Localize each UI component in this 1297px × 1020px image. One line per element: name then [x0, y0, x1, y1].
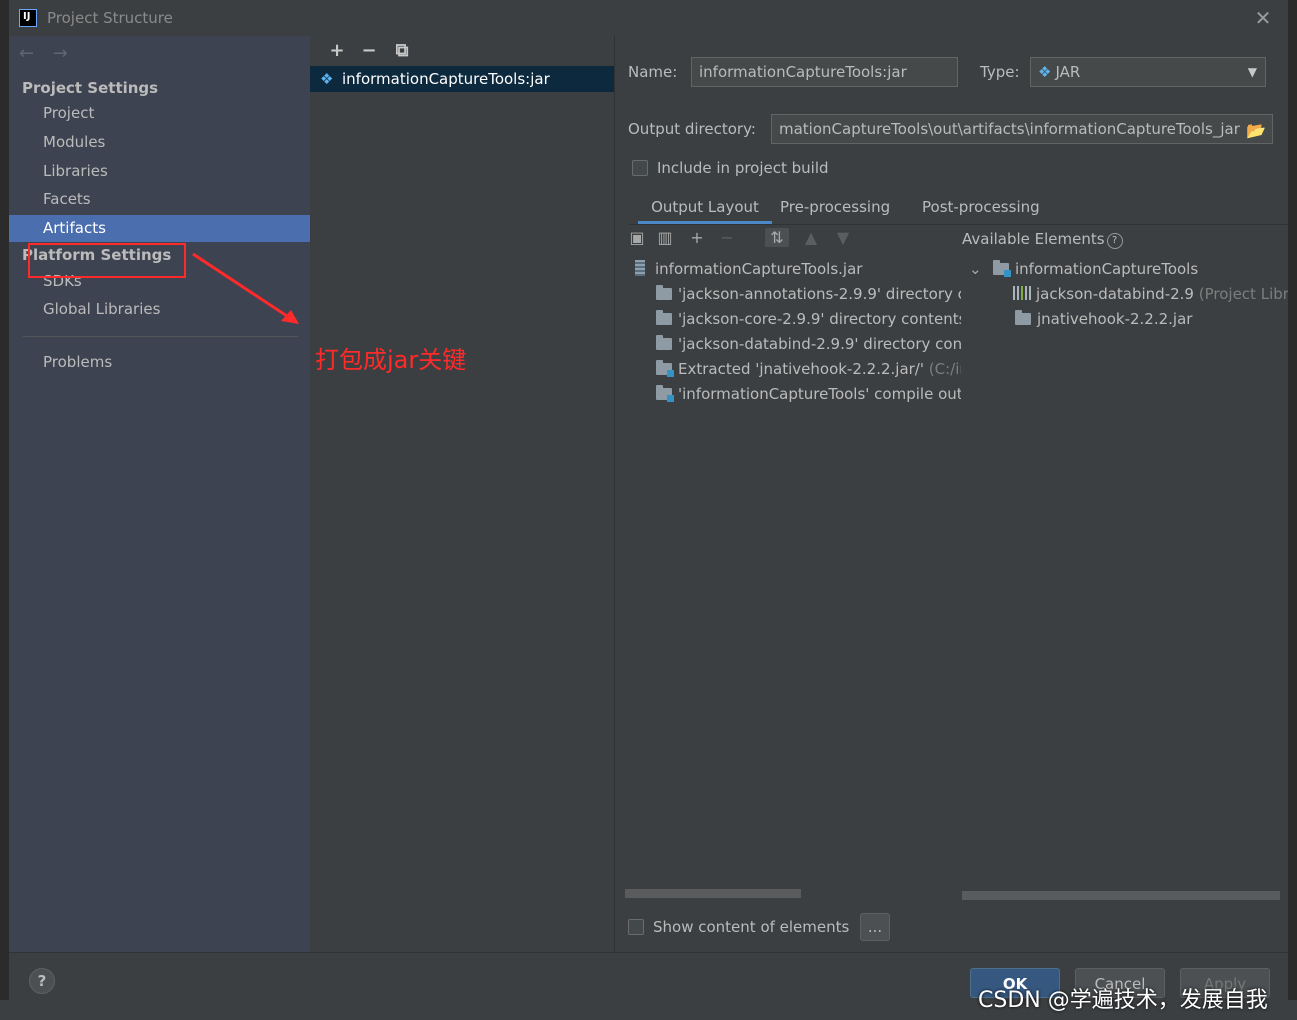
- title-bar: IJ Project Structure ✕: [9, 0, 1288, 36]
- sort-icon[interactable]: ⇅: [765, 228, 789, 247]
- layout-tree-item[interactable]: Extracted 'jnativehook-2.2.2.jar/' (C:/i…: [656, 357, 961, 382]
- ide-background-left: [0, 0, 9, 1020]
- output-directory-value: mationCaptureTools\out\artifacts\informa…: [779, 120, 1240, 138]
- library-icon: [1013, 286, 1031, 300]
- csdn-watermark: CSDN @学遍技术，发展自我: [978, 988, 1268, 1013]
- sidebar-item-modules[interactable]: Modules: [9, 129, 310, 156]
- layout-tree-item[interactable]: 'jackson-annotations-2.9.9' directory cc: [656, 282, 961, 307]
- artifact-list-item[interactable]: ❖ informationCaptureTools:jar: [310, 66, 614, 92]
- module-output-icon: [656, 385, 674, 402]
- remove-element-icon[interactable]: −: [715, 228, 739, 247]
- show-content-checkbox[interactable]: [628, 919, 644, 935]
- module-folder-icon: [993, 260, 1011, 277]
- extracted-icon: [656, 360, 674, 377]
- sidebar-item-problems[interactable]: Problems: [9, 349, 310, 376]
- available-horizontal-scrollbar[interactable]: [962, 891, 1280, 900]
- layout-tree-root[interactable]: informationCaptureTools.jar: [635, 257, 862, 282]
- help-circle-icon[interactable]: ?: [1106, 233, 1123, 249]
- intellij-icon: IJ: [19, 9, 37, 27]
- browse-folder-icon[interactable]: 📂: [1246, 117, 1266, 143]
- available-item-hint: (Project Librar: [1198, 285, 1288, 303]
- artifact-details-panel: Name: informationCaptureTools:jar Type: …: [615, 36, 1288, 952]
- tabs-divider: [629, 224, 1288, 225]
- new-directory-icon[interactable]: ▣: [625, 228, 649, 247]
- add-copy-icon[interactable]: +: [685, 228, 709, 247]
- project-settings-header: Project Settings: [22, 79, 159, 97]
- type-value: JAR: [1055, 63, 1081, 81]
- layout-item-label: 'informationCaptureTools' compile out: [678, 385, 961, 403]
- include-in-build-label: Include in project build: [657, 159, 829, 177]
- available-tree-item[interactable]: jackson-databind-2.9 (Project Librar: [1013, 282, 1288, 307]
- name-label: Name:: [628, 63, 678, 81]
- available-elements-text: Available Elements: [962, 230, 1105, 248]
- jar-file-icon: [635, 260, 645, 276]
- nav-arrows: ← →: [19, 43, 81, 64]
- extracted-path-hint: (C:/inf: [928, 360, 961, 378]
- move-up-icon[interactable]: ▲: [799, 228, 823, 247]
- layout-item-label: 'jackson-core-2.9.9' directory contents: [678, 310, 961, 328]
- available-elements-label: Available Elements?: [962, 230, 1123, 249]
- remove-icon[interactable]: −: [358, 40, 380, 61]
- output-directory-label: Output directory:: [628, 120, 756, 138]
- available-tree-item[interactable]: jnativehook-2.2.2.jar: [1015, 307, 1192, 332]
- annotation-arrow-icon: [192, 252, 299, 324]
- include-in-build-checkbox[interactable]: [632, 160, 648, 176]
- layout-horizontal-scrollbar[interactable]: [625, 889, 801, 898]
- more-options-button[interactable]: ...: [860, 913, 890, 941]
- available-root-label: informationCaptureTools: [1015, 260, 1199, 278]
- sidebar-divider: [23, 336, 298, 337]
- settings-sidebar: ← → Project Settings Project Modules Lib…: [9, 36, 310, 952]
- name-input[interactable]: informationCaptureTools:jar: [691, 57, 958, 87]
- back-arrow-icon[interactable]: ←: [19, 43, 47, 64]
- chevron-down-icon[interactable]: ⌄: [969, 257, 983, 282]
- layout-tree-item[interactable]: 'jackson-databind-2.9.9' directory cont: [656, 332, 961, 357]
- folder-icon: [656, 285, 672, 300]
- layout-root-label: informationCaptureTools.jar: [655, 260, 863, 278]
- show-content-label: Show content of elements: [653, 918, 850, 936]
- tab-output-layout[interactable]: Output Layout: [638, 196, 772, 224]
- tab-post-processing[interactable]: Post-processing: [922, 196, 1040, 224]
- help-button[interactable]: ?: [29, 968, 55, 994]
- layout-item-label: Extracted 'jnativehook-2.2.2.jar/': [678, 360, 924, 378]
- layout-item-label: 'jackson-databind-2.9.9' directory cont: [678, 335, 961, 353]
- layout-tree-item[interactable]: 'jackson-core-2.9.9' directory contents: [656, 307, 961, 332]
- folder-icon: [656, 335, 672, 350]
- available-item-label: jackson-databind-2.9: [1036, 285, 1194, 303]
- copy-icon[interactable]: ⧉: [391, 40, 413, 61]
- annotation-text: 打包成jar关键: [315, 346, 467, 374]
- sidebar-item-facets[interactable]: Facets: [9, 186, 310, 213]
- window-title: Project Structure: [47, 9, 173, 27]
- artifacts-list-panel: + − ⧉ ❖ informationCaptureTools:jar: [310, 36, 615, 952]
- folder-icon: [656, 310, 672, 325]
- annotation-highlight-box: [28, 243, 186, 278]
- chevron-down-icon: ▼: [1247, 65, 1257, 79]
- sidebar-item-libraries[interactable]: Libraries: [9, 158, 310, 185]
- available-tree-root[interactable]: ⌄ informationCaptureTools: [969, 257, 1198, 282]
- jar-type-icon: ❖: [1038, 63, 1052, 81]
- forward-arrow-icon[interactable]: →: [53, 43, 81, 64]
- artifact-jar-icon: ❖: [320, 70, 334, 88]
- layout-tree-item[interactable]: 'informationCaptureTools' compile out: [656, 382, 961, 407]
- artifact-name: informationCaptureTools:jar: [342, 70, 550, 88]
- folder-icon: [1015, 310, 1031, 325]
- available-item-label: jnativehook-2.2.2.jar: [1037, 310, 1193, 328]
- sidebar-item-project[interactable]: Project: [9, 100, 310, 127]
- add-icon[interactable]: +: [326, 40, 348, 61]
- move-down-icon[interactable]: ▼: [831, 228, 855, 247]
- close-icon[interactable]: ✕: [1251, 6, 1275, 30]
- sidebar-item-artifacts[interactable]: Artifacts: [9, 215, 310, 242]
- ide-background-right: [1288, 0, 1297, 1020]
- tab-pre-processing[interactable]: Pre-processing: [780, 196, 890, 224]
- project-structure-dialog: IJ Project Structure ✕ ← → Project Setti…: [9, 0, 1288, 1000]
- output-directory-input[interactable]: mationCaptureTools\out\artifacts\informa…: [771, 114, 1273, 144]
- type-select[interactable]: ❖ JAR ▼: [1030, 57, 1266, 87]
- layout-item-label: 'jackson-annotations-2.9.9' directory cc: [678, 285, 961, 303]
- type-label: Type:: [980, 63, 1020, 81]
- archive-icon[interactable]: ▥: [653, 228, 677, 247]
